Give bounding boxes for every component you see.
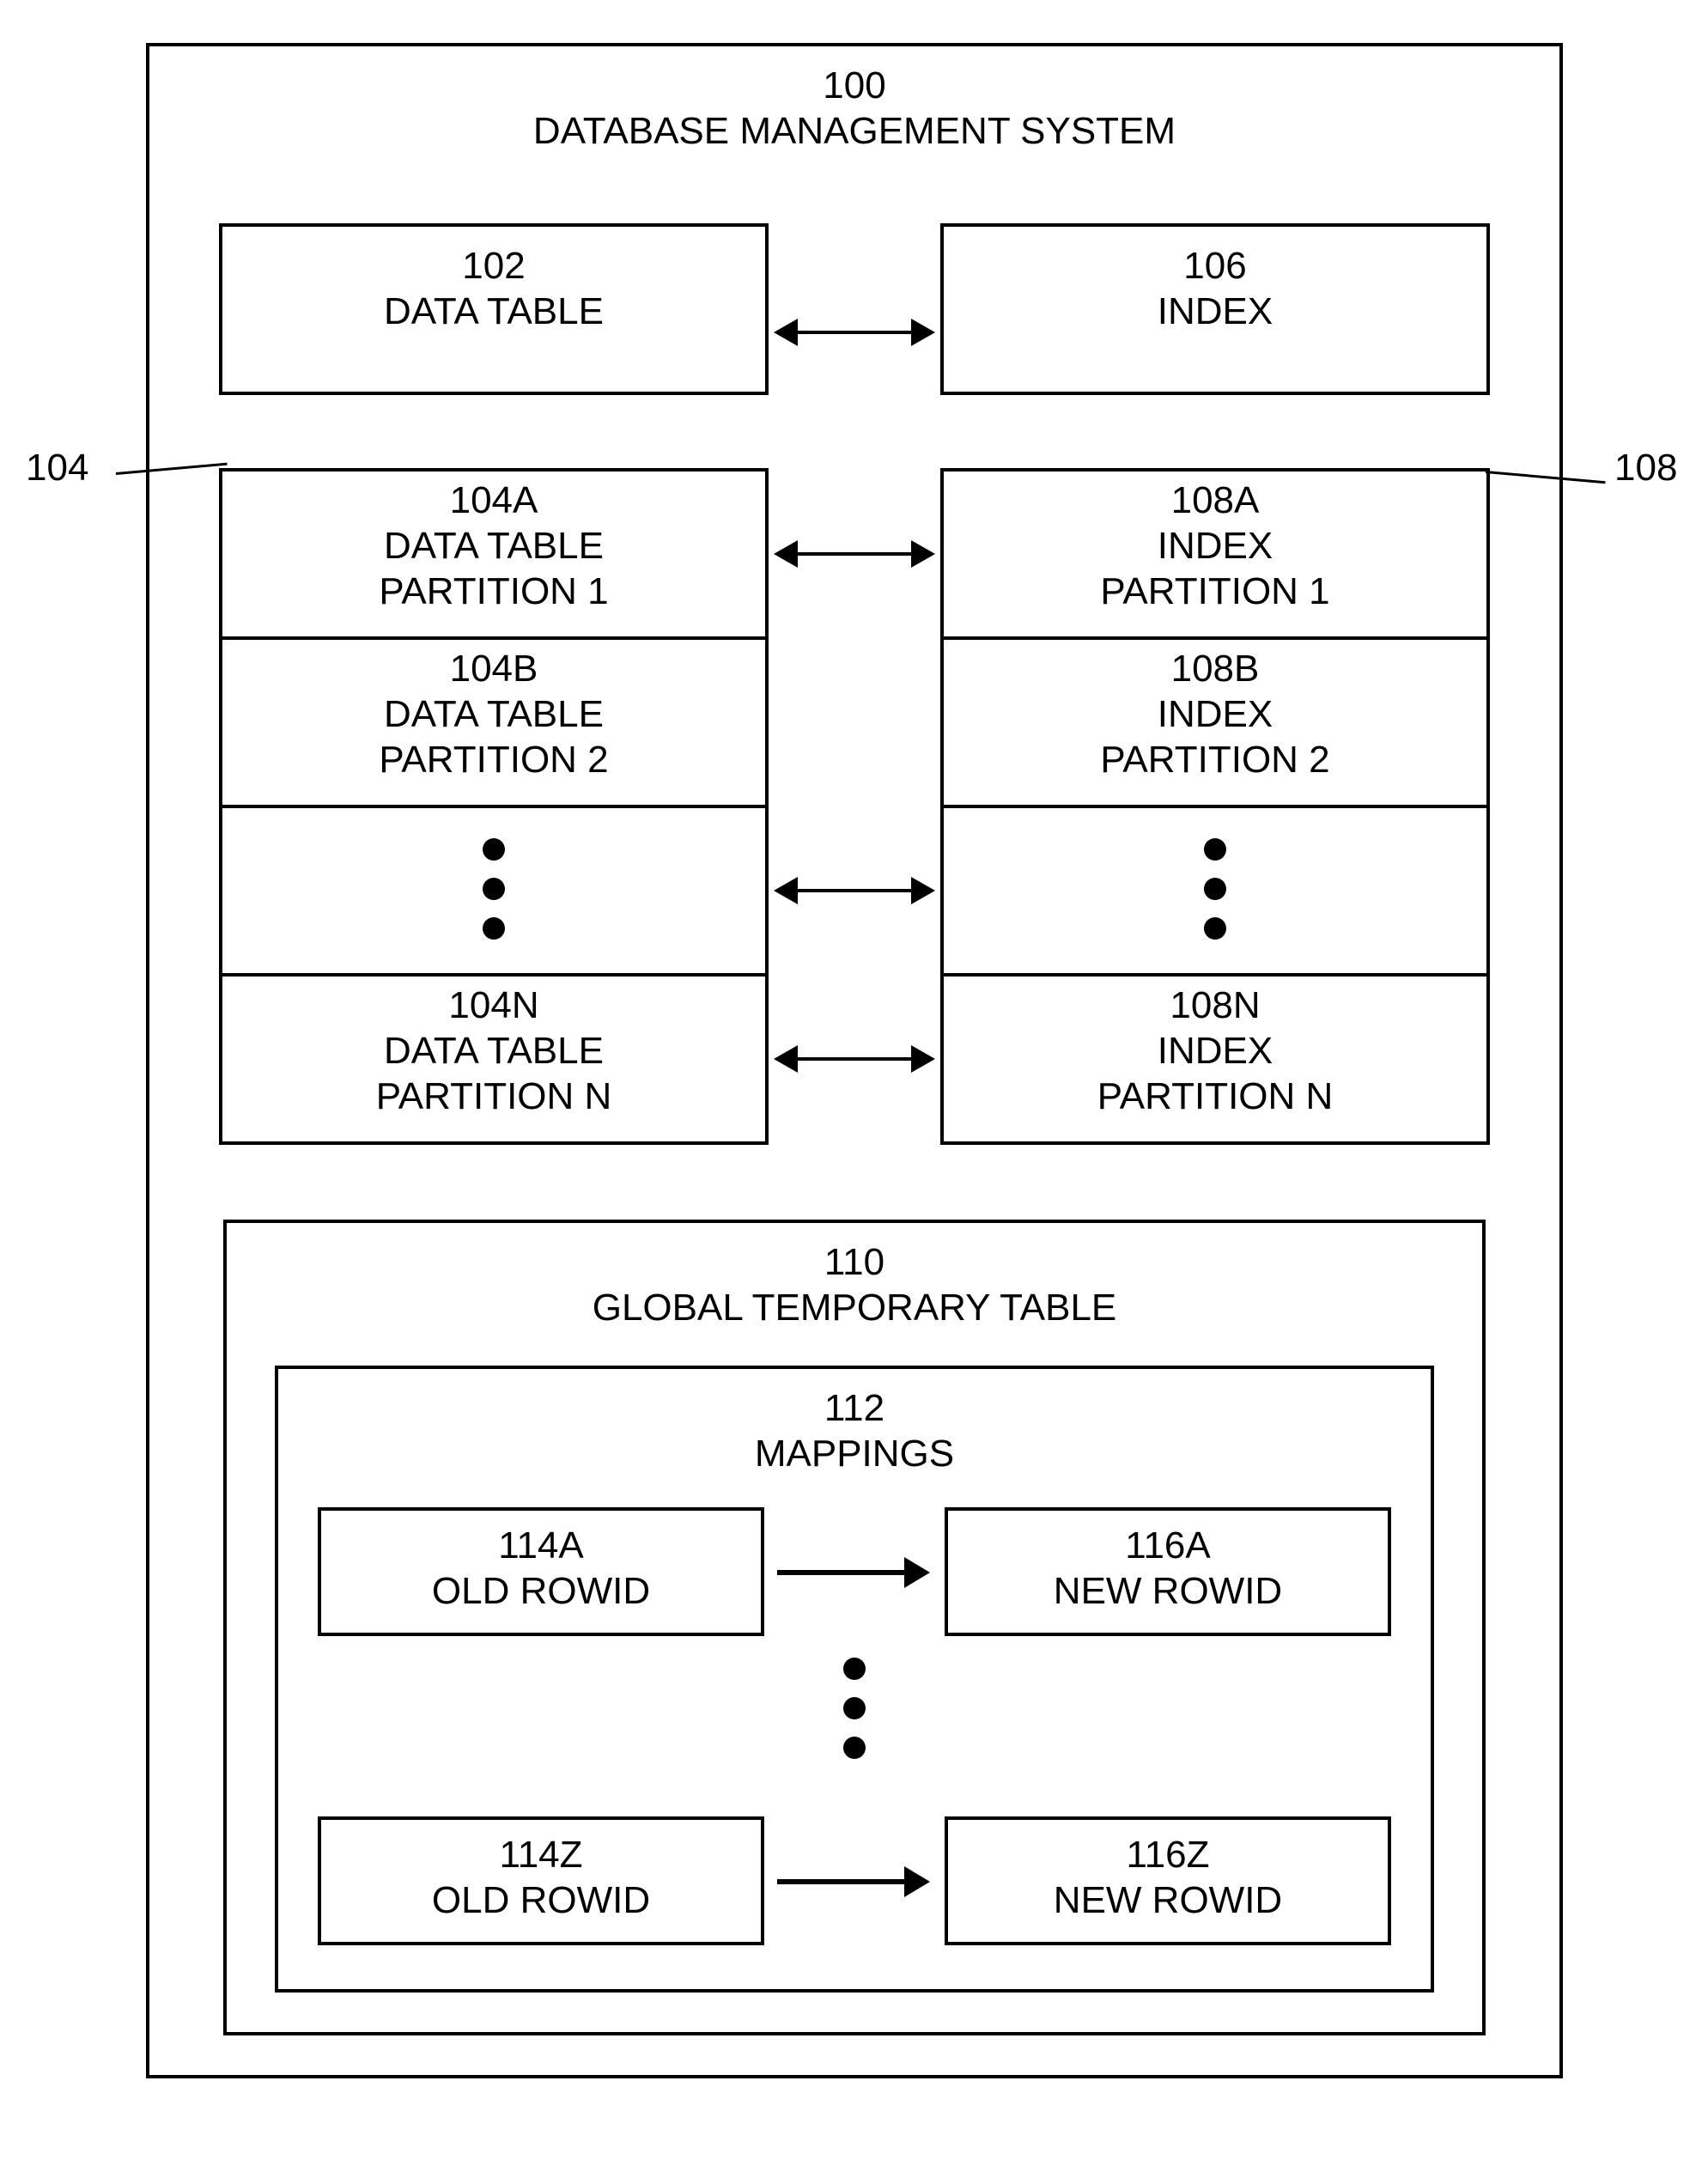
data-partition-n: 104N DATA TABLE PARTITION N — [219, 973, 769, 1145]
arrow-table-index — [794, 331, 915, 334]
dtpn-l2: PARTITION N — [376, 1075, 612, 1117]
ref-108: 108 — [1614, 447, 1677, 490]
dtp2-l1: DATA TABLE — [384, 693, 604, 735]
index-box: 106 INDEX — [940, 223, 1490, 395]
ellipsis-dots-left — [483, 838, 505, 940]
dtp1-ref: 104A — [450, 479, 538, 521]
ipn-ref: 108N — [1170, 984, 1260, 1026]
gtt-ref: 110 — [824, 1241, 884, 1283]
ip2-ref: 108B — [1171, 648, 1260, 690]
data-table-ref: 102 — [462, 245, 525, 287]
ip2-l1: INDEX — [1158, 693, 1273, 735]
arrow-part-1 — [794, 552, 915, 556]
dtp2-ref: 104B — [450, 648, 538, 690]
ipn-l2: PARTITION N — [1097, 1075, 1334, 1117]
new-rowid-a: 116A NEW ROWID — [945, 1507, 1391, 1636]
old1-title: OLD ROWID — [432, 1570, 650, 1612]
index-partition-n: 108N INDEX PARTITION N — [940, 973, 1490, 1145]
old1-ref: 114A — [498, 1524, 584, 1567]
index-partition-2: 108B INDEX PARTITION 2 — [940, 636, 1490, 808]
data-partition-1: 104A DATA TABLE PARTITION 1 — [219, 468, 769, 640]
index-partition-ellipsis — [940, 805, 1490, 977]
ellipsis-dots-mappings — [843, 1658, 866, 1759]
index-title: INDEX — [1158, 290, 1273, 332]
data-table-box: 102 DATA TABLE — [219, 223, 769, 395]
ipn-l1: INDEX — [1158, 1030, 1273, 1072]
index-ref: 106 — [1183, 245, 1246, 287]
new2-ref: 116Z — [1126, 1834, 1209, 1876]
old2-title: OLD ROWID — [432, 1879, 650, 1921]
index-partition-1: 108A INDEX PARTITION 1 — [940, 468, 1490, 640]
arrow-map-z — [777, 1879, 906, 1884]
arrow-part-ellipsis — [794, 889, 915, 892]
old2-ref: 114Z — [499, 1834, 582, 1876]
new-rowid-z: 116Z NEW ROWID — [945, 1816, 1391, 1945]
data-partition-ellipsis — [219, 805, 769, 977]
dtp1-l2: PARTITION 1 — [379, 570, 608, 612]
new2-title: NEW ROWID — [1054, 1879, 1282, 1921]
arrow-map-a — [777, 1570, 906, 1575]
new1-title: NEW ROWID — [1054, 1570, 1282, 1612]
diagram-canvas: 100 DATABASE MANAGEMENT SYSTEM 102 DATA … — [0, 0, 1708, 2166]
dtp2-l2: PARTITION 2 — [379, 739, 608, 781]
dtpn-l1: DATA TABLE — [384, 1030, 604, 1072]
ellipsis-dots-right — [1204, 838, 1226, 940]
data-table-title: DATA TABLE — [384, 290, 604, 332]
ref-104: 104 — [26, 447, 88, 490]
dtp1-l1: DATA TABLE — [384, 525, 604, 567]
ip2-l2: PARTITION 2 — [1100, 739, 1329, 781]
ip1-ref: 108A — [1171, 479, 1260, 521]
map-ref: 112 — [824, 1387, 884, 1429]
gtt-title: GLOBAL TEMPORARY TABLE — [593, 1287, 1117, 1329]
data-partition-2: 104B DATA TABLE PARTITION 2 — [219, 636, 769, 808]
ip1-l2: PARTITION 1 — [1100, 570, 1329, 612]
dtpn-ref: 104N — [448, 984, 538, 1026]
dbms-ref: 100 — [823, 64, 885, 106]
arrow-part-n — [794, 1057, 915, 1061]
old-rowid-a: 114A OLD ROWID — [318, 1507, 764, 1636]
dbms-title: DATABASE MANAGEMENT SYSTEM — [533, 110, 1176, 152]
old-rowid-z: 114Z OLD ROWID — [318, 1816, 764, 1945]
new1-ref: 116A — [1125, 1524, 1211, 1567]
map-title: MAPPINGS — [755, 1433, 954, 1475]
ip1-l1: INDEX — [1158, 525, 1273, 567]
